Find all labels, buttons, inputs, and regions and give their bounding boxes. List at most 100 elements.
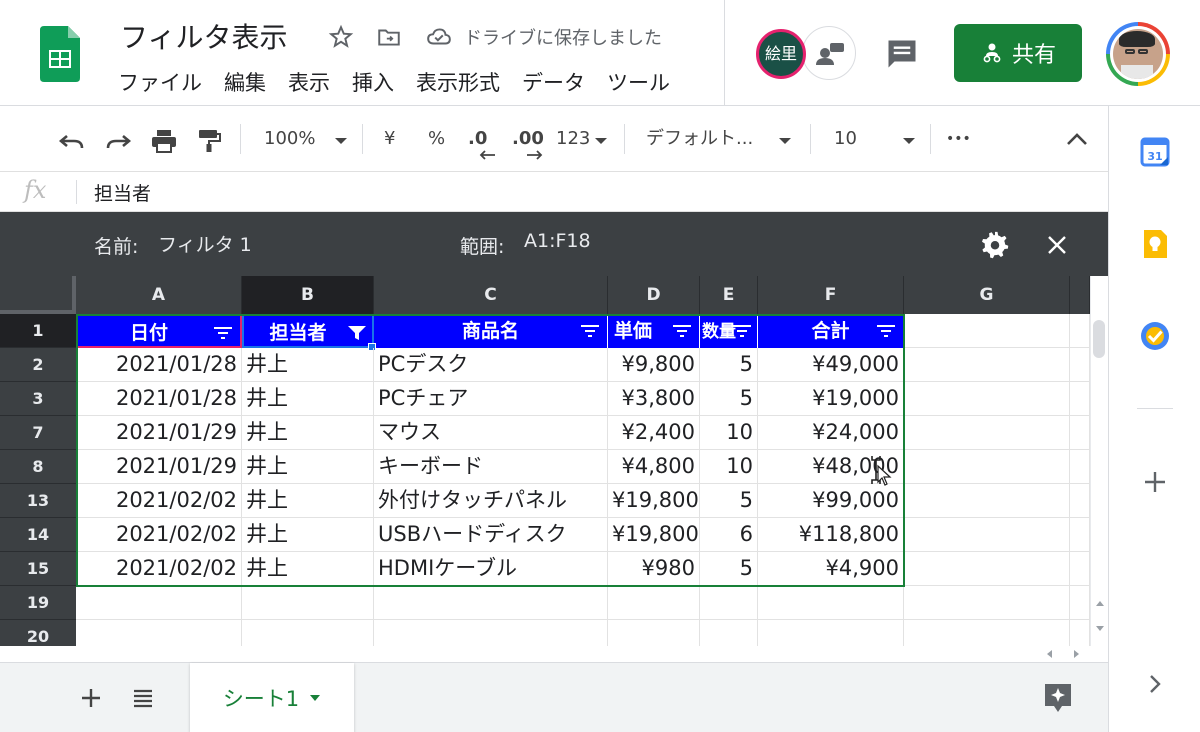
grid-cell[interactable] [374,586,608,620]
cell-person[interactable]: 井上 [242,416,374,450]
cell-date[interactable]: 2021/01/29 [76,450,242,484]
scroll-right-icon[interactable] [1070,648,1082,660]
cell-price[interactable]: ¥980 [608,552,700,586]
cell-date[interactable]: 2021/02/02 [76,484,242,518]
grid-cell[interactable] [76,586,242,620]
cell-qty[interactable]: 6 [700,518,758,552]
cell-product[interactable]: HDMIケーブル [374,552,608,586]
cloud-saved-icon[interactable] [426,24,452,50]
zoom-select[interactable]: 100% [264,126,315,152]
header-cell-product[interactable]: 商品名 [374,314,608,348]
keep-icon[interactable] [1139,228,1171,260]
filter-menu-icon[interactable] [671,322,693,340]
redo-icon[interactable] [104,130,132,152]
column-header-d[interactable]: D [608,276,700,314]
cell-date[interactable]: 2021/02/02 [76,552,242,586]
row-header[interactable]: 14 [0,518,76,552]
add-addon-icon[interactable] [1139,466,1171,498]
formula-input[interactable]: 担当者 [94,179,151,206]
cell-total[interactable]: ¥99,000 [758,484,904,518]
column-header-a[interactable]: A [76,276,242,314]
cell-price[interactable]: ¥2,400 [608,416,700,450]
row-header[interactable]: 2 [0,348,76,382]
undo-icon[interactable] [58,130,86,152]
increase-decimal-button[interactable]: .00 [512,126,544,152]
row-header[interactable]: 7 [0,416,76,450]
header-cell-price[interactable]: 単価 [608,314,700,348]
row-header[interactable]: 20 [0,620,76,646]
row-header[interactable]: 19 [0,586,76,620]
decrease-decimal-button[interactable]: .0 [468,126,487,152]
cell-date[interactable]: 2021/02/02 [76,518,242,552]
grid-cell[interactable] [904,586,1070,620]
filter-menu-icon[interactable] [731,322,753,340]
menu-edit[interactable]: 編集 [224,67,266,97]
number-format-select[interactable]: 123 [556,126,590,152]
calendar-icon[interactable]: 31 [1139,136,1171,168]
grid-cell[interactable] [904,450,1070,484]
grid-cell[interactable] [904,314,1070,348]
cell-person[interactable]: 井上 [242,484,374,518]
grid-cell[interactable] [1070,416,1090,450]
gear-icon[interactable] [980,230,1010,260]
cell-product[interactable]: マウス [374,416,608,450]
grid-cell[interactable] [758,620,904,646]
grid-cell[interactable] [242,620,374,646]
currency-format-button[interactable]: ¥ [384,126,395,152]
share-button[interactable]: 共有 [954,24,1082,82]
cell-total[interactable]: ¥19,000 [758,382,904,416]
close-icon[interactable] [1046,234,1068,256]
cell-total[interactable]: ¥49,000 [758,348,904,382]
cell-person[interactable]: 井上 [242,518,374,552]
document-title[interactable]: フィルタ表示 [120,16,287,56]
menu-format[interactable]: 表示形式 [416,67,500,97]
grid-cell[interactable] [242,586,374,620]
cell-qty[interactable]: 5 [700,382,758,416]
font-size-select[interactable]: 10 [834,126,857,152]
cell-product[interactable]: PCデスク [374,348,608,382]
star-icon[interactable] [328,24,354,50]
cell-price[interactable]: ¥19,800 [608,484,700,518]
cell-total[interactable]: ¥4,900 [758,552,904,586]
chevron-down-icon[interactable] [778,137,792,145]
grid-cell[interactable] [1070,518,1090,552]
move-folder-icon[interactable] [376,24,402,50]
horizontal-scrollbar[interactable] [0,646,1108,662]
vertical-scroll-thumb[interactable] [1093,320,1105,358]
menu-tools[interactable]: ツール [607,67,670,97]
grid-cell[interactable] [1070,450,1090,484]
scroll-up-icon[interactable] [1094,598,1106,608]
cell-product[interactable]: キーボード [374,450,608,484]
sheets-logo-icon[interactable] [40,26,80,82]
sheet-tab-active[interactable]: シート1 [190,663,354,732]
grid-cell[interactable] [608,620,700,646]
menu-view[interactable]: 表示 [288,67,330,97]
grid-cell[interactable] [904,620,1070,646]
chevron-down-icon[interactable] [309,694,321,702]
menu-file[interactable]: ファイル [118,67,202,97]
spreadsheet-grid[interactable]: A B C D E F G 1 日付 担当者 商品名 単価 数量 合計 2 202… [0,276,1090,646]
cell-person[interactable]: 井上 [242,552,374,586]
filter-menu-icon[interactable] [212,324,234,342]
column-header-g[interactable]: G [904,276,1070,314]
paint-format-icon[interactable] [196,128,222,154]
grid-cell[interactable] [1070,586,1090,620]
scroll-down-icon[interactable] [1094,624,1106,634]
grid-cell[interactable] [904,382,1070,416]
add-sheet-icon[interactable] [80,687,102,709]
grid-cell[interactable] [1070,348,1090,382]
row-header-1[interactable]: 1 [0,314,76,348]
grid-cell[interactable] [1070,552,1090,586]
row-header[interactable]: 8 [0,450,76,484]
cell-date[interactable]: 2021/01/28 [76,348,242,382]
grid-cell[interactable] [904,518,1070,552]
filter-range-input[interactable]: A1:F18 [524,230,591,252]
all-sheets-menu-icon[interactable] [132,688,154,708]
column-header-f[interactable]: F [758,276,904,314]
grid-cell[interactable] [758,586,904,620]
scroll-left-icon[interactable] [1044,648,1056,660]
grid-cell[interactable] [904,416,1070,450]
cell-product[interactable]: USBハードディスク [374,518,608,552]
select-all-corner[interactable] [0,276,76,314]
grid-cell[interactable] [700,620,758,646]
